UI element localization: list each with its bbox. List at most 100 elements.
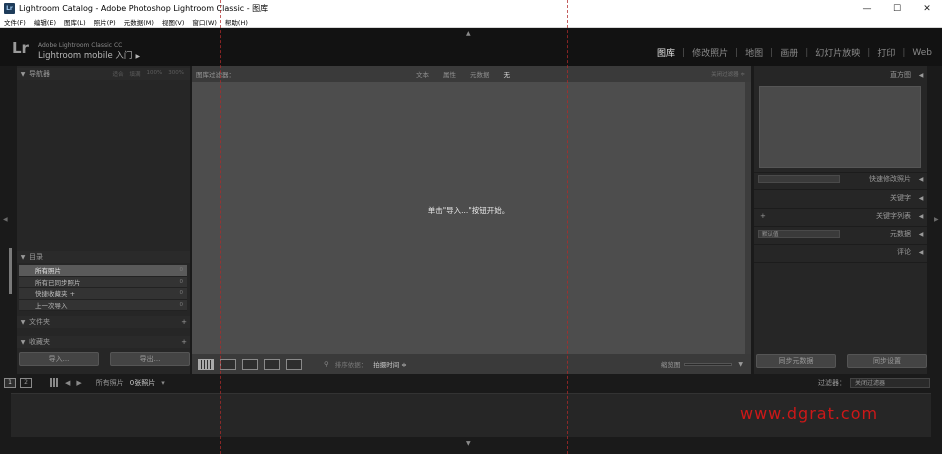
- menu-photo[interactable]: 照片(P): [94, 17, 116, 27]
- collapse-left-panel-icon[interactable]: ◀: [3, 216, 8, 223]
- menu-help[interactable]: 帮助(H): [225, 17, 248, 27]
- collapse-top-panel-icon[interactable]: ▲: [466, 30, 471, 37]
- keywording-header[interactable]: 关键字 ◀: [754, 192, 927, 204]
- menu-bar: 文件(F) 编辑(E) 图库(L) 照片(P) 元数据(M) 视图(V) 窗口(…: [0, 17, 942, 28]
- toolbar-options-dropdown-icon[interactable]: ▼: [738, 361, 743, 368]
- zoom-100[interactable]: 100%: [147, 70, 163, 78]
- sync-metadata-button[interactable]: 同步元数据: [756, 354, 836, 368]
- module-develop[interactable]: 修改照片: [688, 46, 732, 59]
- zoom-300[interactable]: 300%: [168, 70, 184, 78]
- saved-preset-dropdown[interactable]: [758, 175, 840, 183]
- add-collection-icon[interactable]: +: [178, 338, 190, 346]
- module-separator: |: [682, 47, 686, 58]
- left-panel-buttons: 导入... 导出...: [19, 352, 190, 366]
- thumbnails-label: 缩览图: [660, 361, 681, 369]
- back-arrow-icon[interactable]: ◀: [65, 379, 70, 387]
- menu-file[interactable]: 文件(F): [4, 17, 26, 27]
- menu-library[interactable]: 图库(L): [64, 17, 86, 27]
- thumbnail-size-slider[interactable]: [684, 362, 733, 366]
- filter-preset-dropdown[interactable]: 关闭过滤器 ≑: [711, 70, 745, 78]
- people-view-icon[interactable]: [286, 358, 302, 370]
- left-panel-scrollbar[interactable]: [9, 248, 12, 294]
- grid-scrollbar[interactable]: [745, 82, 751, 354]
- module-web[interactable]: Web: [908, 48, 936, 58]
- filter-tab-text[interactable]: 文本: [416, 69, 429, 79]
- filter-tab-metadata[interactable]: 元数据: [470, 69, 490, 79]
- loupe-view-icon[interactable]: [220, 358, 236, 370]
- collapse-triangle-icon: ◀: [918, 175, 924, 183]
- lightroom-mobile-link[interactable]: Lightroom mobile 入门 ▶: [38, 49, 140, 61]
- sort-dropdown[interactable]: 拍摄时间 ≑: [373, 359, 407, 369]
- histogram-header[interactable]: 直方图 ◀: [754, 69, 927, 81]
- library-filter-label: 图库过滤器：: [196, 71, 235, 79]
- add-folder-icon[interactable]: +: [178, 318, 190, 326]
- module-separator: |: [902, 47, 906, 58]
- left-panel: ▼ 导航器 适合 填满 100% 300% ▼ 目录 所有照片 0 所有已同步照…: [17, 66, 190, 374]
- collapse-triangle-icon: ◀: [918, 248, 924, 256]
- catalog-header[interactable]: ▼ 目录: [17, 251, 190, 263]
- forward-arrow-icon[interactable]: ▶: [76, 379, 81, 387]
- module-library[interactable]: 图库: [653, 46, 679, 59]
- library-filter-bar: 图库过滤器： 文本 属性 元数据 无 关闭过滤器 ≑: [192, 66, 751, 82]
- catalog-item-count: 0: [179, 290, 184, 297]
- zoom-fill[interactable]: 填满: [130, 70, 141, 78]
- catalog-item-quick-collection[interactable]: 快捷收藏夹 + 0: [19, 288, 187, 300]
- grid-view-icon[interactable]: [198, 358, 214, 370]
- painter-icon[interactable]: ⚲: [324, 360, 329, 368]
- collections-label: 收藏夹: [29, 338, 50, 346]
- panel-divider: [754, 244, 927, 245]
- maximize-button[interactable]: ☐: [882, 0, 912, 17]
- lightroom-app: Lr Lightroom Catalog - Adobe Photoshop L…: [0, 0, 942, 454]
- catalog-item-previous-import[interactable]: 上一次导入 0: [19, 299, 187, 311]
- module-separator: |: [805, 47, 809, 58]
- filter-label: 过滤器：: [818, 378, 846, 387]
- catalog-item-all-photos[interactable]: 所有照片 0: [19, 265, 187, 277]
- panel-divider: [754, 208, 927, 209]
- filter-dropdown[interactable]: 关闭过滤器: [850, 377, 930, 388]
- metadata-header[interactable]: 默认值 元数据 ◀: [754, 228, 927, 240]
- menu-window[interactable]: 窗口(W): [192, 17, 217, 27]
- module-print[interactable]: 打印: [873, 46, 899, 59]
- menu-edit[interactable]: 编辑(E): [34, 17, 56, 27]
- panel-divider: [754, 189, 927, 190]
- sync-settings-button[interactable]: 同步设置: [847, 354, 927, 368]
- filter-tab-none[interactable]: 无: [504, 69, 511, 79]
- window-2-button[interactable]: 2: [20, 377, 32, 388]
- keyword-list-header[interactable]: + 关键字列表 ◀: [754, 210, 927, 222]
- navigator-preview: [19, 80, 188, 248]
- module-map[interactable]: 地图: [741, 46, 767, 59]
- menu-view[interactable]: 视图(V): [162, 17, 185, 27]
- quick-develop-header[interactable]: 快速修改照片 ◀: [754, 173, 927, 185]
- import-button[interactable]: 导入...: [19, 352, 99, 366]
- guide-line: [220, 0, 221, 454]
- catalog-item-count: 0: [179, 301, 184, 308]
- lightroom-logo: Lr: [12, 39, 29, 57]
- navigator-header[interactable]: ▼ 导航器 适合 填满 100% 300%: [17, 68, 190, 80]
- menu-metadata[interactable]: 元数据(M): [124, 17, 154, 27]
- compare-view-icon[interactable]: [242, 358, 258, 370]
- filmstrip-source[interactable]: 所有照片: [96, 378, 124, 388]
- catalog-item-count: 0: [179, 267, 184, 274]
- minimize-button[interactable]: —: [852, 0, 882, 17]
- metadata-preset-dropdown[interactable]: 默认值: [758, 230, 840, 238]
- folders-header[interactable]: ▼ 文件夹 +: [17, 316, 190, 328]
- window-1-button[interactable]: 1: [4, 377, 16, 388]
- collapse-right-panel-icon[interactable]: ▶: [934, 216, 939, 223]
- comments-header[interactable]: 评论 ◀: [754, 246, 927, 258]
- survey-view-icon[interactable]: [264, 358, 280, 370]
- grid-view[interactable]: 单击"导入..."按钮开始。: [192, 82, 745, 354]
- filter-tab-attribute[interactable]: 属性: [443, 69, 456, 79]
- module-book[interactable]: 画册: [776, 46, 802, 59]
- catalog-item-synced[interactable]: 所有已同步照片 0: [19, 276, 187, 288]
- collections-header[interactable]: ▼ 收藏夹 +: [17, 336, 190, 348]
- identity-product-name: Adobe Lightroom Classic CC: [38, 42, 123, 49]
- source-dropdown-icon[interactable]: ▾: [161, 379, 165, 387]
- export-button[interactable]: 导出...: [110, 352, 190, 366]
- collapse-filmstrip-icon[interactable]: ▼: [466, 440, 471, 447]
- zoom-fit[interactable]: 适合: [113, 70, 124, 78]
- module-slideshow[interactable]: 幻灯片放映: [811, 46, 864, 59]
- panel-divider: [754, 226, 927, 227]
- grid-icon[interactable]: [50, 378, 59, 387]
- close-button[interactable]: ✕: [912, 0, 942, 17]
- module-picker: 图库 | 修改照片 | 地图 | 画册 | 幻灯片放映 | 打印 | Web: [653, 46, 936, 60]
